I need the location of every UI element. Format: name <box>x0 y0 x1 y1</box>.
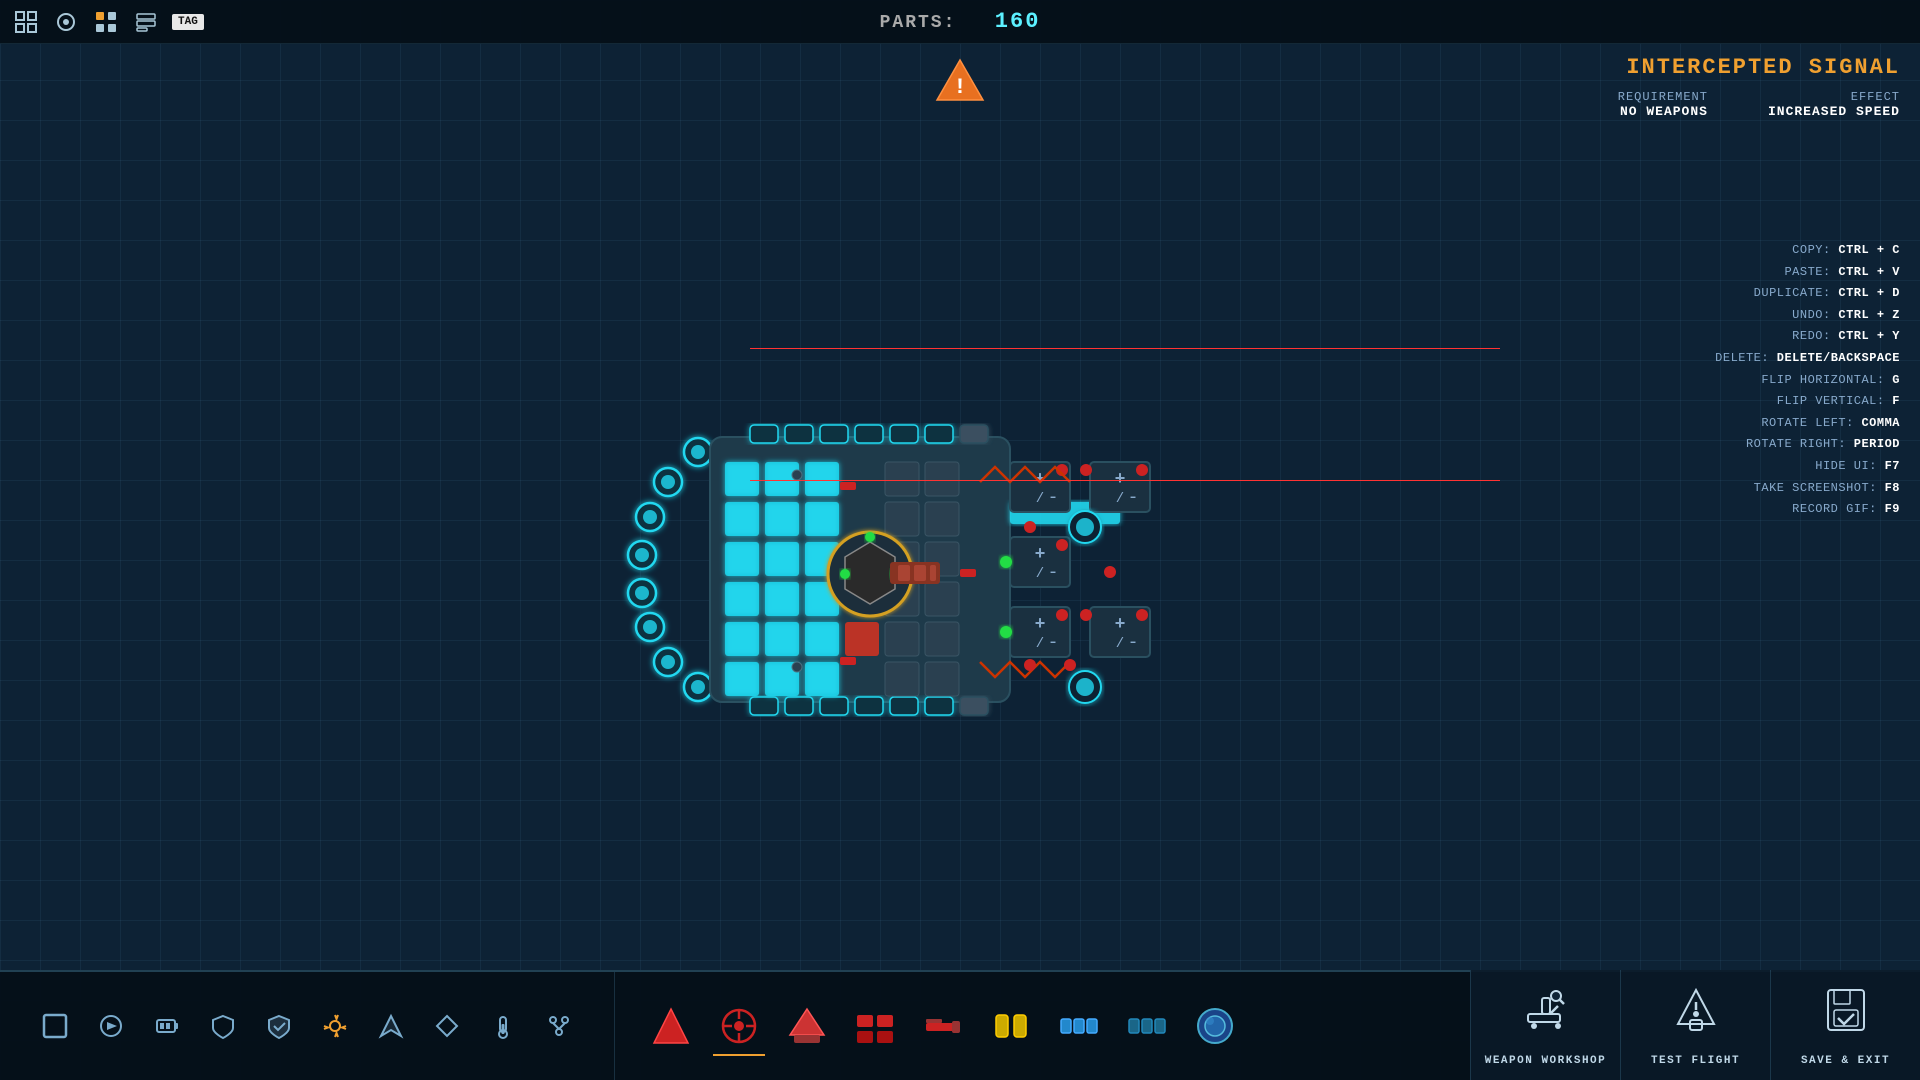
top-bar-icons: TAG <box>12 8 204 36</box>
ship-container: + / - + / - + / - + <box>550 307 1170 727</box>
effect-header: EFFECT <box>1768 90 1900 104</box>
shortcut-paste: PASTE: CTRL + V <box>1715 262 1900 284</box>
svg-text:-: - <box>1048 488 1059 508</box>
tag-badge[interactable]: TAG <box>172 14 204 30</box>
test-flight-icon <box>1670 984 1722 1047</box>
bottom-thrusters <box>750 697 988 715</box>
item-toolbar <box>615 972 1271 1080</box>
svg-text:-: - <box>1128 488 1139 508</box>
weapon-workshop-button[interactable]: WEAPON WORKSHOP <box>1470 970 1620 1080</box>
parts-label-text: PARTS: <box>880 13 957 33</box>
item-battery-blocks[interactable] <box>849 1000 901 1052</box>
top-toolbar: TAG PARTS: 160 <box>0 0 1920 44</box>
shortcut-redo: REDO: CTRL + Y <box>1715 326 1900 348</box>
category-icons-row <box>16 1007 598 1045</box>
item-cone[interactable] <box>781 1000 833 1052</box>
filled-grid-icon[interactable] <box>92 8 120 36</box>
shortcut-duplicate: DUPLICATE: CTRL + D <box>1715 283 1900 305</box>
shortcut-hide-ui: HIDE UI: F7 <box>1715 456 1900 478</box>
shortcut-undo: UNDO: CTRL + Z <box>1715 305 1900 327</box>
shortcut-gif: RECORD GIF: F9 <box>1715 499 1900 521</box>
category-shield[interactable] <box>260 1007 298 1045</box>
effect-value: INCREASED SPEED <box>1768 104 1900 119</box>
requirement-header: REQUIREMENT <box>1618 90 1708 104</box>
svg-text:/: / <box>1116 636 1124 652</box>
shortcut-screenshot: TAKE SCREENSHOT: F8 <box>1715 478 1900 500</box>
svg-text:+: + <box>1115 615 1126 635</box>
save-exit-icon <box>1820 984 1872 1047</box>
svg-text:/: / <box>1116 491 1124 507</box>
shortcut-delete: DELETE: DELETE/BACKSPACE <box>1715 348 1900 370</box>
mission-panel: INTERCEPTED SIGNAL REQUIREMENT NO WEAPON… <box>1618 55 1900 123</box>
save-exit-label: SAVE & EXIT <box>1801 1055 1890 1067</box>
item-double-yellow[interactable] <box>985 1000 1037 1052</box>
category-boost[interactable] <box>372 1007 410 1045</box>
shortcut-rotate-left: ROTATE LEFT: COMMA <box>1715 413 1900 435</box>
grid-icon[interactable] <box>12 8 40 36</box>
shortcut-flip-v: FLIP VERTICAL: F <box>1715 391 1900 413</box>
ship-svg: + / - + / - + / - + <box>550 307 1170 727</box>
svg-text:/: / <box>1036 566 1044 582</box>
effect-col: EFFECT INCREASED SPEED <box>1768 90 1900 119</box>
svg-text:-: - <box>1128 633 1139 653</box>
requirement-value: NO WEAPONS <box>1618 104 1708 119</box>
parts-display: PARTS: 160 <box>880 9 1041 34</box>
item-triple-blue2[interactable] <box>1121 1000 1173 1052</box>
requirement-col: REQUIREMENT NO WEAPONS <box>1618 90 1708 119</box>
category-structure[interactable] <box>36 1007 74 1045</box>
shortcut-rotate-right: ROTATE RIGHT: PERIOD <box>1715 434 1900 456</box>
category-battery[interactable] <box>148 1007 186 1045</box>
category-temp[interactable] <box>484 1007 522 1045</box>
svg-text:+: + <box>1035 545 1046 565</box>
right-modules: + / - + / - + / - + <box>1000 462 1150 657</box>
layers-icon[interactable] <box>132 8 160 36</box>
action-buttons: WEAPON WORKSHOP TEST FLIGHT <box>1470 970 1920 1080</box>
thruster-arc-left <box>628 438 712 701</box>
red-line-top <box>750 348 1500 349</box>
red-line-bottom <box>750 480 1500 481</box>
svg-text:/: / <box>1036 491 1044 507</box>
test-flight-label: TEST FLIGHT <box>1651 1055 1740 1067</box>
item-crosshair[interactable] <box>713 1000 765 1052</box>
category-diamond[interactable] <box>428 1007 466 1045</box>
test-flight-button[interactable]: TEST FLIGHT <box>1620 970 1770 1080</box>
weapon-workshop-icon <box>1520 984 1572 1047</box>
item-sphere[interactable] <box>1189 1000 1241 1052</box>
shortcut-flip-h: FLIP HORIZONTAL: G <box>1715 370 1900 392</box>
category-armor[interactable] <box>204 1007 242 1045</box>
mission-columns: REQUIREMENT NO WEAPONS EFFECT INCREASED … <box>1618 90 1900 119</box>
svg-text:+: + <box>1035 615 1046 635</box>
save-exit-button[interactable]: SAVE & EXIT <box>1770 970 1920 1080</box>
category-branch[interactable] <box>540 1007 578 1045</box>
svg-text:-: - <box>1048 633 1059 653</box>
svg-text:/: / <box>1036 636 1044 652</box>
top-thrusters <box>750 425 988 443</box>
category-gear[interactable] <box>316 1007 354 1045</box>
item-arm-cannon[interactable] <box>917 1000 969 1052</box>
circle-icon[interactable] <box>52 8 80 36</box>
weapon-workshop-label: WEAPON WORKSHOP <box>1485 1055 1607 1067</box>
shortcut-copy: COPY: CTRL + C <box>1715 240 1900 262</box>
canvas-area[interactable]: + / - + / - + / - + <box>0 44 1920 970</box>
svg-text:!: ! <box>953 75 966 100</box>
shortcuts-panel: COPY: CTRL + C PASTE: CTRL + V DUPLICATE… <box>1715 240 1900 521</box>
svg-text:-: - <box>1048 563 1059 583</box>
warning-icon: ! <box>935 55 985 110</box>
bottom-toolbar: WEAPON WORKSHOP TEST FLIGHT <box>0 970 1920 1080</box>
item-triple-blue1[interactable] <box>1053 1000 1105 1052</box>
category-audio[interactable] <box>92 1007 130 1045</box>
item-thruster-up[interactable] <box>645 1000 697 1052</box>
parts-count: 160 <box>995 9 1041 34</box>
mission-title: INTERCEPTED SIGNAL <box>1618 55 1900 80</box>
